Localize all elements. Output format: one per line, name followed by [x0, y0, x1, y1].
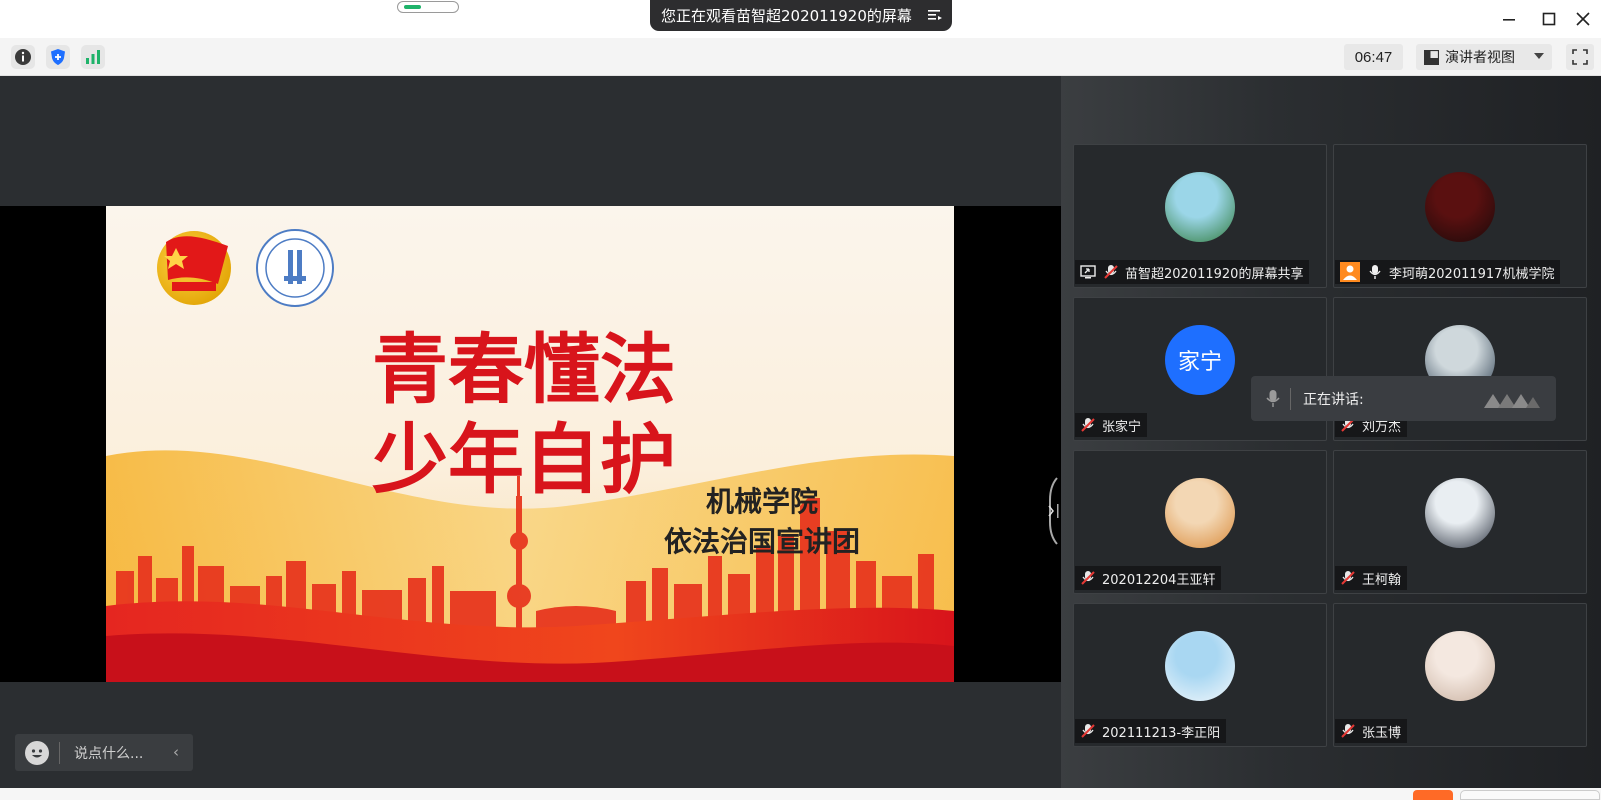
participant-name: 202111213-李正阳 [1102, 725, 1221, 741]
network-status-button[interactable] [81, 45, 105, 69]
participant-tile[interactable]: 张玉博 [1333, 603, 1587, 747]
emoji-icon[interactable] [25, 740, 49, 765]
shared-screen-area: › [0, 76, 1061, 788]
participant-name-tag: 王柯翰 [1335, 566, 1408, 590]
chevron-left-icon[interactable]: ‹ [173, 743, 179, 761]
participant-tile[interactable]: 202111213-李正阳 [1073, 603, 1327, 747]
speaking-label: 正在讲话: [1303, 391, 1364, 408]
avatar [1425, 172, 1495, 242]
taskbar-pill[interactable] [1460, 790, 1600, 800]
panel-resize-handle[interactable] [1046, 476, 1061, 546]
microphone-muted-icon [1079, 416, 1097, 434]
layout-icon [1424, 49, 1439, 65]
university-seal-icon [256, 229, 334, 307]
avatar [1165, 172, 1235, 242]
slide-subtitle-line2: 依法治国宣讲团 [664, 525, 860, 558]
maximize-icon [1542, 12, 1556, 26]
fullscreen-button[interactable] [1566, 44, 1594, 70]
close-button[interactable] [1572, 8, 1594, 30]
microphone-icon [1366, 263, 1384, 281]
microphone-icon [1266, 389, 1280, 407]
presentation-frame: 青春懂法 少年自护 机械学院 依法治国宣讲团 [0, 206, 1061, 682]
presentation-slide: 青春懂法 少年自护 机械学院 依法治国宣讲团 [106, 206, 954, 682]
participants-panel: 苗智超202011920的屏幕共享 李珂萌202011917机械学院 家宁 张家宁 刘万… [1061, 76, 1601, 788]
participant-name: 李珂萌202011917机械学院 [1389, 266, 1555, 282]
fullscreen-icon [1572, 49, 1588, 65]
microphone-muted-icon [1079, 722, 1097, 740]
user-icon [1339, 262, 1361, 282]
participant-name-tag: 苗智超202011920的屏幕共享 [1075, 260, 1310, 284]
divider [59, 741, 60, 764]
avatar [1165, 478, 1235, 548]
shield-icon [51, 49, 65, 65]
minimize-button[interactable] [1498, 8, 1520, 30]
participant-name-tag: 张玉博 [1335, 719, 1408, 743]
signal-icon [86, 50, 100, 64]
maximize-button[interactable] [1538, 8, 1560, 30]
minimize-icon [1503, 19, 1515, 21]
avatar [1425, 631, 1495, 701]
security-button[interactable] [46, 45, 70, 69]
info-button[interactable] [11, 45, 35, 69]
speaker-thumbnails-icon [1484, 394, 1540, 408]
microphone-muted-icon [1339, 569, 1357, 587]
participant-tile[interactable]: 202012204王亚轩 [1073, 450, 1327, 594]
divider [1290, 387, 1291, 410]
participant-name-tag: 张家宁 [1075, 413, 1148, 437]
participant-name: 王柯翰 [1362, 572, 1402, 588]
chat-placeholder: 说点什么... [74, 745, 144, 762]
screen-share-banner[interactable]: 您正在观看苗智超202011920的屏幕 [650, 0, 952, 31]
drag-handle[interactable] [397, 1, 459, 13]
chat-input-box[interactable]: 说点什么... ‹ [15, 734, 193, 771]
microphone-muted-icon [1339, 722, 1357, 740]
share-banner-text: 您正在观看苗智超202011920的屏幕 [661, 7, 912, 25]
view-mode-label: 演讲者视图 [1445, 50, 1515, 66]
meeting-toolbar: 06:47 演讲者视图 [0, 38, 1601, 76]
title-bar: 您正在观看苗智超202011920的屏幕 [0, 0, 1601, 38]
participant-name-tag: 202012204王亚轩 [1075, 566, 1222, 590]
meeting-timer: 06:47 [1344, 44, 1403, 70]
avatar [1425, 478, 1495, 548]
bottom-bar [0, 788, 1601, 800]
screen-share-icon [1079, 263, 1097, 281]
drag-handle-indicator [404, 5, 421, 9]
participant-name: 202012204王亚轩 [1102, 572, 1216, 588]
info-icon [15, 49, 31, 65]
avatar: 家宁 [1165, 325, 1235, 395]
slide-artwork: 青春懂法 少年自护 机械学院 依法治国宣讲团 [106, 206, 954, 682]
avatar [1165, 631, 1235, 701]
participant-tile[interactable]: 李珂萌202011917机械学院 [1333, 144, 1587, 288]
slide-title-line1: 青春懂法 [372, 325, 676, 414]
participant-name-tag: 李珂萌202011917机械学院 [1335, 260, 1561, 284]
participant-tile[interactable]: 苗智超202011920的屏幕共享 [1073, 144, 1327, 288]
speaking-indicator: 正在讲话: [1251, 376, 1556, 421]
participant-name-tag: 202111213-李正阳 [1075, 719, 1227, 743]
menu-icon[interactable] [928, 8, 942, 22]
close-icon [1576, 12, 1590, 26]
participant-tile[interactable]: 王柯翰 [1333, 450, 1587, 594]
slide-title-line2: 少年自护 [372, 415, 676, 504]
microphone-muted-icon [1079, 569, 1097, 587]
avatar-initials: 家宁 [1165, 325, 1235, 395]
notification-tab[interactable] [1413, 790, 1453, 800]
youth-league-emblem-icon [157, 231, 231, 305]
microphone-muted-icon [1102, 263, 1120, 281]
participant-name: 苗智超202011920的屏幕共享 [1125, 266, 1304, 282]
slide-subtitle-line1: 机械学院 [706, 485, 818, 518]
chevron-down-icon [1534, 53, 1544, 59]
participant-name: 张家宁 [1102, 419, 1142, 435]
participant-name: 张玉博 [1362, 725, 1402, 741]
view-mode-select[interactable]: 演讲者视图 [1416, 44, 1552, 70]
